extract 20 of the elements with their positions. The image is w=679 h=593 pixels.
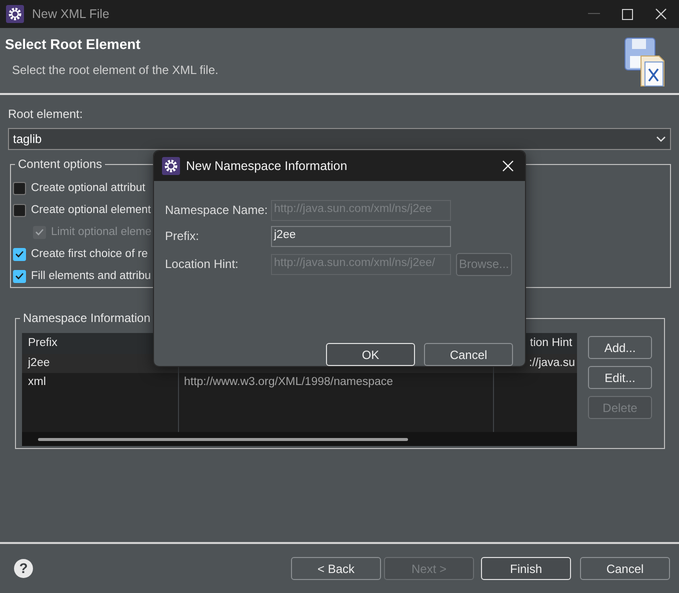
- page-description: Select the root element of the XML file.: [12, 62, 218, 79]
- table-cell-text: xml: [27, 374, 47, 390]
- field-label: Namespace Name:: [165, 202, 269, 219]
- group-label: Namespace Information: [20, 311, 154, 325]
- page-title: Select Root Element: [5, 36, 142, 53]
- checkbox-label: Create optional attribut: [31, 180, 146, 196]
- field-label: Prefix:: [165, 228, 200, 245]
- window-title: New XML File: [32, 6, 110, 23]
- table-cell-text: http://www.w3.org/XML/1998/namespace: [183, 374, 394, 390]
- dialog-title: New Namespace Information: [186, 158, 348, 175]
- checkbox-label: Create optional element: [31, 202, 151, 218]
- group-label: Content options: [15, 157, 106, 171]
- checkbox-label: Create first choice of re: [31, 246, 148, 262]
- table-cell-text: ://java.su: [528, 356, 576, 371]
- checkbox-label: Fill elements and attribu: [31, 268, 151, 284]
- field-label: Root element:: [8, 106, 84, 123]
- column-header: Prefix: [27, 336, 58, 351]
- checkbox-label: Limit optional eleme: [51, 224, 152, 240]
- field-label: Location Hint:: [165, 256, 240, 273]
- table-cell-text: j2ee: [26, 356, 51, 371]
